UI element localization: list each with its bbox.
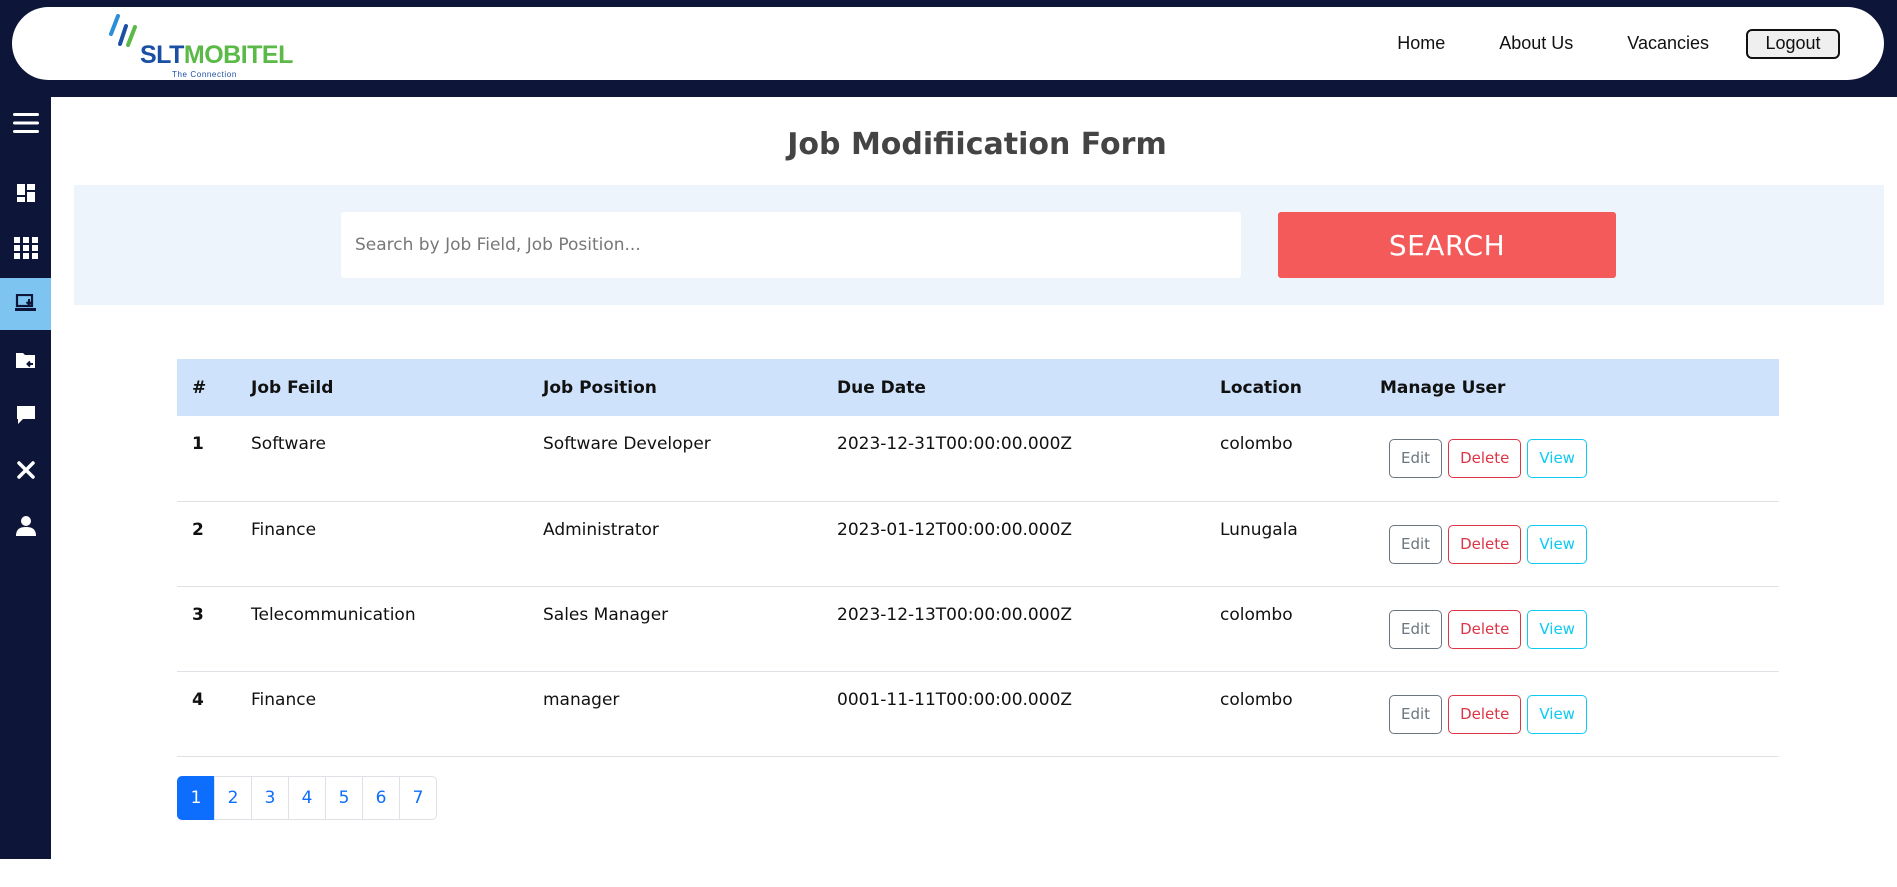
edit-button[interactable]: Edit	[1389, 524, 1443, 564]
logo-wordmark: SLTMOBITEL	[140, 41, 293, 69]
row-location: colombo	[1220, 689, 1293, 710]
row-job-field: Finance	[251, 689, 317, 710]
close-icon	[16, 461, 35, 479]
row-due-date: 2023-01-12T00:00:00.000Z	[837, 519, 1073, 540]
message-icon	[16, 406, 35, 424]
row-actions: Edit Delete View	[1365, 501, 1779, 586]
header-manage-user: Manage User	[1380, 377, 1506, 398]
page-title: Job Modifiication Form	[787, 127, 1167, 162]
row-due-date: 2023-12-31T00:00:00.000Z	[837, 434, 1073, 454]
view-button[interactable]: View	[1527, 524, 1587, 564]
menu-icon	[12, 113, 39, 133]
user-icon	[15, 516, 36, 536]
logo-stripes-icon	[109, 14, 137, 47]
sidebar	[0, 97, 51, 859]
sidebar-item-dashboard[interactable]	[0, 167, 51, 219]
header-job-field: Job Feild	[251, 377, 334, 398]
row-location: Lunugala	[1220, 519, 1298, 540]
jobs-table: # Job Feild Job Position Due Date Locati…	[177, 359, 1779, 757]
logout-button[interactable]: Logout	[1746, 28, 1840, 59]
page-link-2[interactable]: 2	[214, 776, 252, 820]
row-actions: Edit Delete View	[1365, 671, 1779, 756]
row-job-field: Software	[251, 434, 326, 454]
row-due-date: 0001-11-11T00:00:00.000Z	[837, 689, 1073, 710]
top-header: SLTMOBITEL The Connection Home About Us …	[0, 0, 1897, 97]
row-job-field: Finance	[251, 519, 317, 540]
edit-button[interactable]: Edit	[1389, 694, 1443, 734]
header-job-position: Job Position	[543, 377, 657, 398]
nav-about-link[interactable]: About Us	[1499, 33, 1573, 54]
grid-icon	[13, 237, 38, 259]
folder-return-icon	[15, 353, 35, 368]
pagination: 1 2 3 4 5 6 7	[177, 776, 437, 820]
view-button[interactable]: View	[1527, 694, 1587, 734]
page-link-6[interactable]: 6	[362, 776, 400, 820]
sidebar-menu-toggle[interactable]	[0, 97, 51, 149]
edit-button[interactable]: Edit	[1389, 439, 1443, 478]
row-number: 4	[192, 689, 204, 710]
row-number: 3	[192, 604, 204, 625]
page-link-4[interactable]: 4	[288, 776, 326, 820]
search-input[interactable]	[341, 212, 1241, 278]
main-content: Job Modifiication Form SEARCH # Job Feil…	[51, 97, 1897, 859]
view-button[interactable]: View	[1527, 609, 1587, 649]
laptop-download-icon	[14, 294, 36, 311]
row-job-position: Administrator	[543, 519, 659, 540]
delete-button[interactable]: Delete	[1448, 524, 1522, 564]
row-job-field: Telecommunication	[251, 604, 416, 625]
row-job-position: Software Developer	[543, 434, 711, 454]
row-actions: Edit Delete View	[1365, 416, 1779, 501]
header-location: Location	[1220, 377, 1302, 398]
row-number: 2	[192, 519, 204, 540]
view-button[interactable]: View	[1527, 439, 1587, 478]
delete-button[interactable]: Delete	[1448, 694, 1522, 734]
sidebar-item-profile[interactable]	[0, 500, 51, 552]
table-row: 2 Finance Administrator 2023-01-12T00:00…	[177, 501, 1779, 586]
row-due-date: 2023-12-13T00:00:00.000Z	[837, 604, 1073, 625]
navbar: SLTMOBITEL The Connection Home About Us …	[12, 7, 1884, 80]
page-link-1[interactable]: 1	[177, 776, 215, 820]
nav-vacancies-link[interactable]: Vacancies	[1627, 33, 1709, 54]
sidebar-item-apps[interactable]	[0, 222, 51, 274]
nav-home-link[interactable]: Home	[1397, 33, 1445, 54]
sltmobitel-logo[interactable]: SLTMOBITEL The Connection	[104, 11, 293, 79]
row-number: 1	[192, 434, 204, 454]
dashboard-icon	[16, 184, 35, 202]
logo-tagline: The Connection	[172, 70, 237, 79]
header-due-date: Due Date	[837, 377, 926, 398]
jobs-table-container: # Job Feild Job Position Due Date Locati…	[177, 359, 1779, 757]
edit-button[interactable]: Edit	[1389, 609, 1443, 649]
nav-links: Home About Us Vacancies Logout	[1343, 7, 1840, 80]
sidebar-item-folder[interactable]	[0, 334, 51, 386]
page-link-5[interactable]: 5	[325, 776, 363, 820]
table-row: 3 Telecommunication Sales Manager 2023-1…	[177, 586, 1779, 671]
page-link-7[interactable]: 7	[399, 776, 437, 820]
table-row: 1 Software Software Developer 2023-12-31…	[177, 416, 1779, 501]
sidebar-item-job-modification[interactable]	[0, 278, 51, 330]
search-button[interactable]: SEARCH	[1278, 212, 1616, 278]
sidebar-item-close[interactable]	[0, 444, 51, 496]
header-number: #	[192, 377, 207, 398]
delete-button[interactable]: Delete	[1448, 609, 1522, 649]
table-row: 4 Finance manager 0001-11-11T00:00:00.00…	[177, 671, 1779, 756]
sidebar-item-messages[interactable]	[0, 389, 51, 441]
page-link-3[interactable]: 3	[251, 776, 289, 820]
row-location: colombo	[1220, 434, 1293, 454]
row-actions: Edit Delete View	[1365, 586, 1779, 671]
row-job-position: Sales Manager	[543, 604, 669, 625]
table-header-row: # Job Feild Job Position Due Date Locati…	[177, 359, 1779, 416]
row-job-position: manager	[543, 689, 620, 710]
search-panel: SEARCH	[74, 185, 1884, 305]
delete-button[interactable]: Delete	[1448, 439, 1522, 478]
row-location: colombo	[1220, 604, 1293, 625]
